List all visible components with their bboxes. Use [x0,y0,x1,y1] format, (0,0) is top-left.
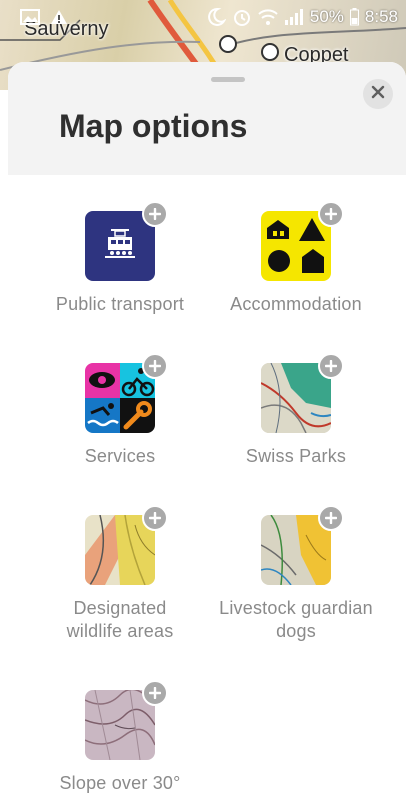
status-bar: 50% 8:58 [0,0,406,34]
option-thumbnail [85,505,168,585]
add-icon[interactable] [142,201,168,227]
option-livestock-guardian-dogs[interactable]: Livestock guardian dogs [201,505,391,643]
drag-handle[interactable] [211,77,245,82]
add-icon[interactable] [318,353,344,379]
option-thumbnail [261,353,344,433]
page-title: Map options [59,108,248,144]
battery-icon [349,8,359,26]
close-icon [371,85,385,104]
option-label: Accommodation [230,294,362,314]
sheet-header: Map options [8,62,406,175]
option-label: Designated wildlife areas [66,598,174,641]
option-thumbnail [85,353,168,433]
add-icon[interactable] [318,201,344,227]
option-public-transport[interactable]: Public transport [25,201,215,316]
option-label: Swiss Parks [245,446,347,466]
image-icon [20,9,40,25]
option-thumbnail [261,505,344,585]
services-icon [85,363,155,433]
add-icon[interactable] [142,505,168,531]
map-thumbnail-icon [85,690,155,760]
add-icon[interactable] [318,505,344,531]
option-label: Livestock guardian dogs [219,598,373,641]
alarm-icon [232,7,252,27]
option-thumbnail [85,680,168,760]
map-thumbnail-icon [261,515,331,585]
option-thumbnail [261,201,344,281]
close-button[interactable] [363,79,393,109]
accommodation-icon [261,218,331,281]
battery-percent: 50% [309,7,344,26]
option-thumbnail [85,201,168,281]
option-swiss-parks[interactable]: Swiss Parks [201,353,391,468]
signal-icon [284,8,304,26]
moon-icon [206,7,226,27]
map-options-sheet: Map options Public transport Accommodati… [8,62,406,794]
option-slope-over-30[interactable]: Slope over 30° [25,680,215,794]
map-thumbnail-icon [261,363,331,433]
option-accommodation[interactable]: Accommodation [201,201,391,316]
clock-time: 8:58 [364,7,398,26]
train-icon [103,228,137,264]
option-label: Services [84,446,156,466]
option-label: Public transport [55,294,185,314]
map-thumbnail-icon [85,515,155,585]
warning-icon [50,9,68,25]
option-label: Slope over 30° [59,773,181,793]
wifi-icon [258,8,278,26]
add-icon[interactable] [142,680,168,706]
option-designated-wildlife-areas[interactable]: Designated wildlife areas [25,505,215,643]
option-services[interactable]: Services [25,353,215,468]
add-icon[interactable] [142,353,168,379]
